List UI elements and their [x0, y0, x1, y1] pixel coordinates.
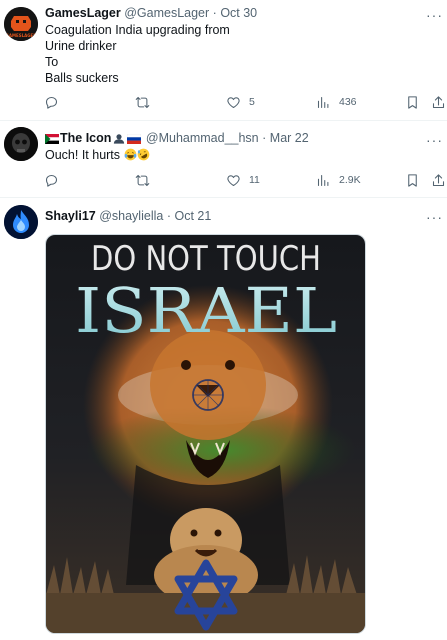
tweet-date[interactable]: Mar 22 — [270, 131, 309, 145]
rofl-emoji-icon — [137, 148, 149, 161]
sudan-flag-icon — [45, 134, 59, 144]
poster-bottom-line: ISRAEL — [75, 274, 337, 347]
svg-text:GAMESLAGER: GAMESLAGER — [6, 33, 37, 38]
like-count: 11 — [249, 174, 260, 186]
poster-top-line: DO NOT TOUCH — [91, 239, 321, 279]
separator-dot: · — [166, 209, 171, 223]
reply-button[interactable] — [44, 93, 59, 111]
share-button[interactable] — [431, 171, 446, 189]
tweet-header: The Icon @Muhammad__hsn · Mar 22 — [45, 130, 309, 146]
tweet-image[interactable]: DO NOT TOUCH ISRAEL — [45, 234, 366, 634]
avatar[interactable] — [4, 205, 38, 239]
retweet-icon — [135, 174, 150, 186]
user-handle[interactable]: @GamesLager — [124, 6, 209, 20]
like-button[interactable]: 5 — [226, 93, 255, 111]
bookmark-button[interactable] — [405, 171, 420, 189]
more-icon[interactable]: ··· — [426, 8, 443, 22]
bookmark-button[interactable] — [405, 93, 420, 111]
tweet-text-line: Coagulation India upgrading from — [45, 23, 230, 37]
avatar[interactable]: GAMESLAGER — [4, 7, 38, 41]
share-icon — [432, 173, 445, 186]
separator-dot: · — [212, 6, 217, 20]
display-name[interactable]: Shayli17 — [45, 209, 96, 223]
display-name[interactable]: The Icon — [60, 131, 111, 145]
reply-icon — [45, 96, 58, 109]
separator-dot: · — [262, 131, 267, 145]
tweet-header: GamesLager @GamesLager · Oct 30 — [45, 5, 257, 21]
tweet-text-line: Urine drinker — [45, 39, 117, 53]
views-count: 436 — [339, 96, 357, 108]
bust-silhouette-icon — [114, 134, 125, 144]
tweet-text: Ouch! It hurts — [45, 147, 150, 163]
tweet-actions: 5 436 — [0, 93, 447, 111]
bookmark-icon — [408, 95, 417, 109]
tweet-actions: 11 2.9K — [0, 171, 447, 189]
views-icon — [317, 96, 329, 108]
share-button[interactable] — [431, 93, 446, 111]
tweet-date[interactable]: Oct 30 — [220, 6, 257, 20]
like-icon — [227, 174, 240, 186]
russia-flag-icon — [127, 134, 142, 144]
tweet-text-line: Ouch! It hurts — [45, 148, 121, 162]
tweet-text-line: Balls suckers — [45, 71, 119, 85]
reply-icon — [45, 174, 58, 187]
retweet-button[interactable] — [135, 171, 150, 189]
views-icon — [317, 174, 329, 186]
like-button[interactable]: 11 — [226, 171, 260, 189]
views-button[interactable]: 2.9K — [316, 171, 361, 189]
bookmark-icon — [408, 173, 417, 187]
blue-flame-avatar-icon — [4, 205, 38, 239]
tweet-header: Shayli17 @shayliella · Oct 21 — [45, 208, 211, 224]
display-name[interactable]: GamesLager — [45, 6, 121, 20]
like-count: 5 — [249, 96, 255, 108]
retweet-button[interactable] — [135, 93, 150, 111]
tweet-text: Coagulation India upgrading from Urine d… — [45, 22, 230, 86]
more-icon[interactable]: ··· — [426, 210, 443, 224]
reply-button[interactable] — [44, 171, 59, 189]
tears-of-joy-emoji-icon — [124, 148, 136, 161]
user-handle[interactable]: @shayliella — [99, 209, 163, 223]
views-count: 2.9K — [339, 174, 361, 186]
tweet-text-line: To — [45, 55, 59, 69]
tweet-the-icon[interactable]: The Icon @Muhammad__hsn · Mar 22 ··· Ouc… — [0, 121, 447, 197]
like-icon — [227, 96, 240, 108]
gameslager-logo: GAMESLAGER — [4, 7, 38, 41]
share-icon — [432, 95, 445, 108]
retweet-icon — [135, 96, 150, 108]
skull-avatar-icon — [4, 127, 38, 161]
avatar[interactable] — [4, 127, 38, 161]
lion-poster-image: DO NOT TOUCH ISRAEL — [46, 235, 365, 633]
tweet-date[interactable]: Oct 21 — [174, 209, 211, 223]
more-icon[interactable]: ··· — [426, 133, 443, 147]
views-button[interactable]: 436 — [316, 93, 357, 111]
tweet-gameslager[interactable]: GAMESLAGER GamesLager @GamesLager · Oct … — [0, 0, 447, 120]
user-handle[interactable]: @Muhammad__hsn — [146, 131, 259, 145]
